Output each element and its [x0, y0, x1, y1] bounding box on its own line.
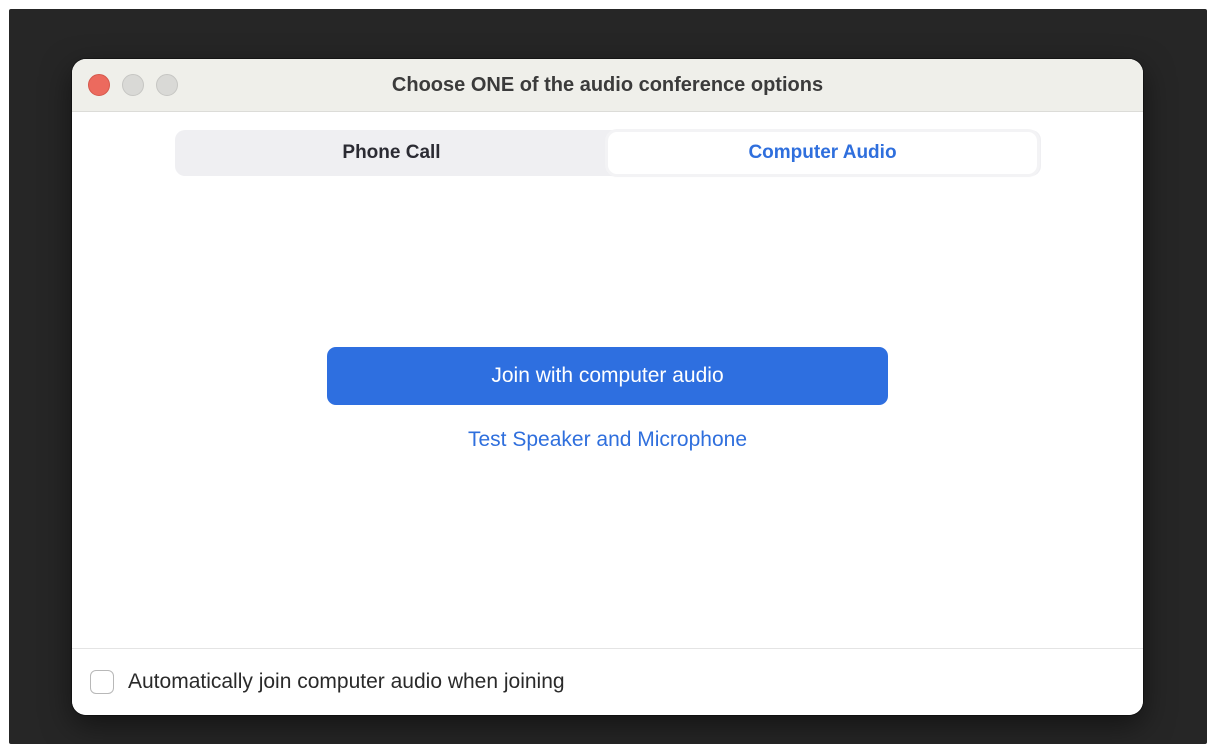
title-bar: Choose ONE of the audio conference optio…: [72, 59, 1143, 112]
tab-computer-audio[interactable]: Computer Audio: [608, 132, 1037, 174]
audio-mode-tabs: Phone Call Computer Audio: [175, 130, 1041, 176]
test-speaker-microphone-link[interactable]: Test Speaker and Microphone: [327, 425, 888, 455]
audio-options-window: Choose ONE of the audio conference optio…: [72, 59, 1143, 715]
auto-join-checkbox[interactable]: [90, 670, 114, 694]
tab-phone-call[interactable]: Phone Call: [175, 130, 608, 176]
join-with-computer-audio-button[interactable]: Join with computer audio: [327, 347, 888, 405]
window-title: Choose ONE of the audio conference optio…: [391, 74, 824, 96]
auto-join-label[interactable]: Automatically join computer audio when j…: [128, 667, 565, 697]
footer-bar: Automatically join computer audio when j…: [72, 648, 1143, 715]
